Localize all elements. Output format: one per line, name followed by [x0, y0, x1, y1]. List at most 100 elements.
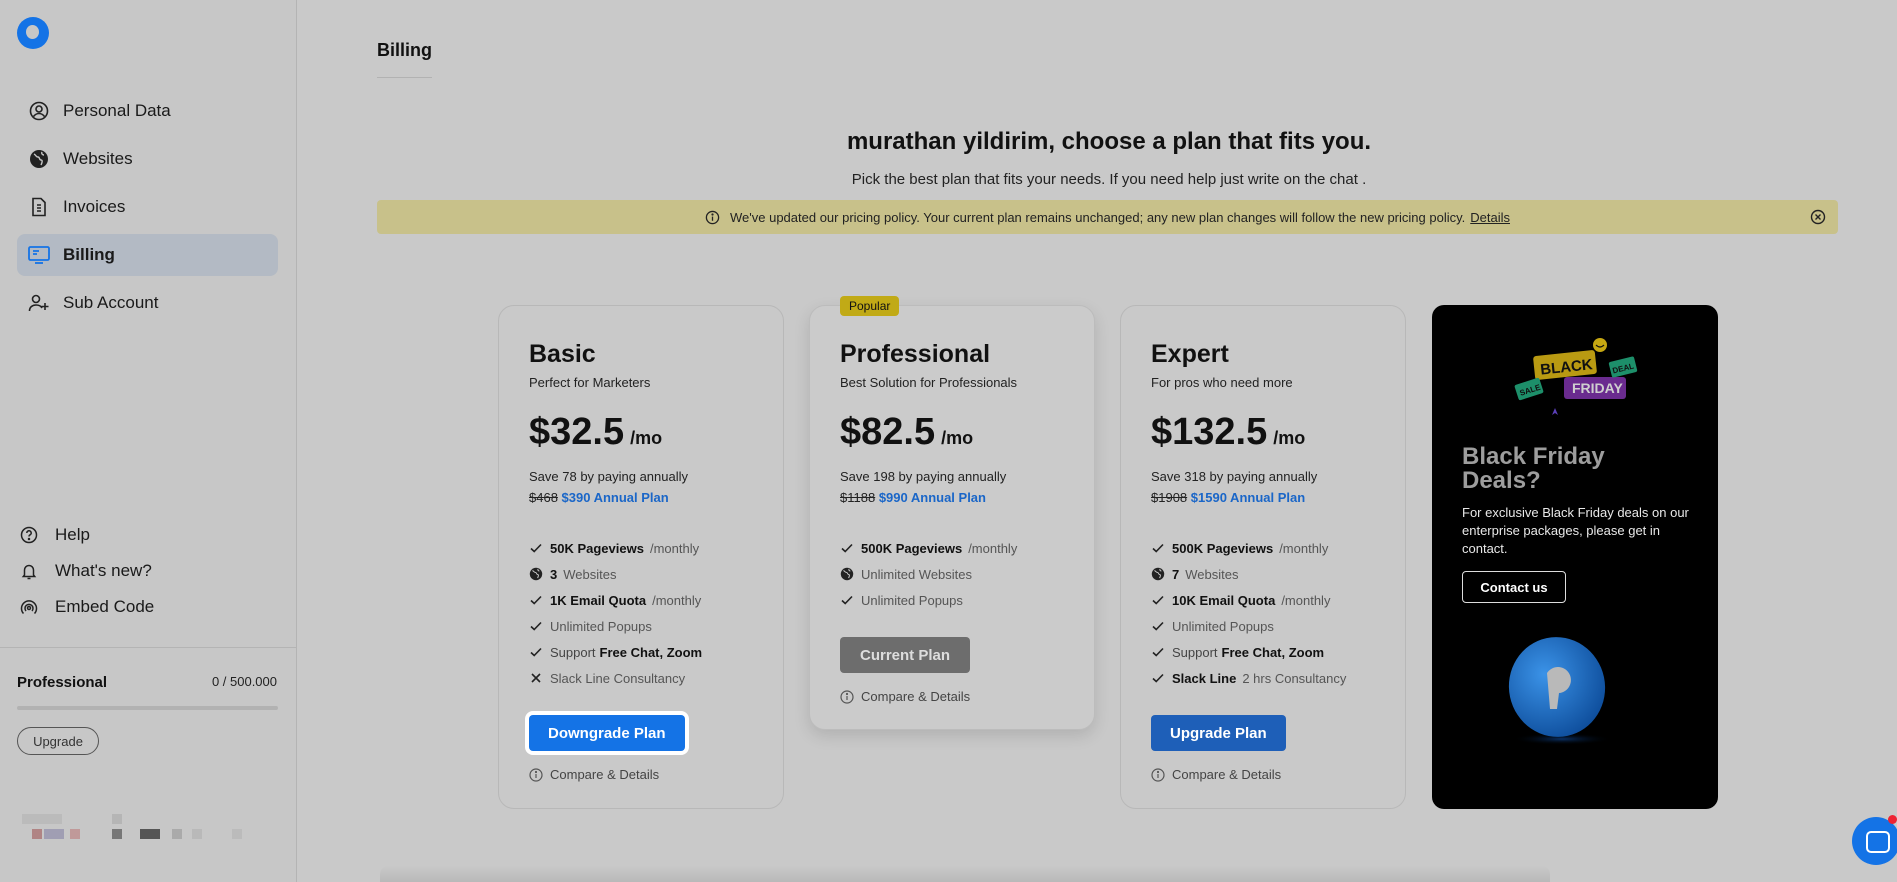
info-icon	[705, 210, 720, 224]
feature-text: Slack Line Consultancy	[550, 670, 686, 686]
feature-item: 50K Pageviews/monthly	[529, 535, 753, 561]
chat-launcher-button[interactable]	[1852, 817, 1897, 865]
sidebar-item-personal-data[interactable]: Personal Data	[17, 90, 278, 132]
page-headline: murathan yildirim, choose a plan that fi…	[846, 128, 1372, 155]
compare-details-link[interactable]: Compare & Details	[1151, 767, 1375, 782]
plan-title: Basic	[529, 340, 596, 368]
black-friday-badge-art: BLACK FRIDAY SALE DEAL	[1514, 338, 1638, 415]
feature-highlight: 7	[1172, 566, 1180, 582]
art-text-friday: FRIDAY	[1572, 380, 1623, 396]
feature-text: Unlimited Websites	[861, 566, 973, 582]
feature-item: 1K Email Quota/monthly	[529, 587, 753, 613]
compare-details-link[interactable]: Compare & Details	[529, 767, 753, 782]
sidebar-item-label: Websites	[63, 149, 133, 168]
sidebar-upgrade-button[interactable]: Upgrade	[17, 727, 99, 755]
sidebar-item-help[interactable]: Help	[17, 518, 278, 552]
notice-text: We've updated our pricing policy. Your c…	[730, 209, 1466, 225]
check-icon	[840, 593, 854, 607]
feature-item: Unlimited Popups	[840, 587, 1064, 613]
compare-details-link[interactable]: Compare & Details	[840, 689, 1064, 704]
feature-item: Unlimited Popups	[529, 613, 753, 639]
feature-text: /monthly	[1281, 592, 1331, 608]
compare-label: Compare & Details	[861, 689, 971, 704]
plan-savings: Save 78 by paying annually	[529, 469, 689, 484]
annual-price: $990 Annual Plan	[878, 490, 986, 505]
feature-item: Support Free Chat, Zoom	[529, 639, 753, 665]
pricing-notice-banner: We've updated our pricing policy. Your c…	[377, 200, 1838, 234]
plan-usage-bar	[17, 706, 278, 710]
plan-features: 50K Pageviews/monthly 3 Websites 1K Email Q…	[529, 535, 753, 691]
feature-text: Websites	[563, 566, 617, 582]
x-icon	[529, 671, 543, 685]
feature-prefix: Support	[1172, 644, 1218, 660]
annual-price: $390 Annual Plan	[561, 490, 669, 505]
bell-icon	[19, 561, 39, 581]
brand-3d-logo-art	[1508, 637, 1612, 745]
sidebar-item-label: Personal Data	[63, 101, 171, 120]
sidebar-item-label: Billing	[63, 245, 115, 264]
old-price: $1908	[1151, 490, 1188, 505]
plan-savings: Save 318 by paying annually	[1151, 469, 1318, 484]
feature-highlight: Free Chat, Zoom	[599, 644, 703, 660]
user-account-blurred[interactable]	[22, 814, 252, 854]
sidebar-item-websites[interactable]: Websites	[17, 138, 278, 180]
sidebar-item-invoices[interactable]: Invoices	[17, 186, 278, 228]
feature-item: 3 Websites	[529, 561, 753, 587]
popular-badge: Popular	[840, 296, 900, 316]
brand-logo[interactable]	[17, 17, 49, 49]
user-circle-icon	[27, 99, 51, 123]
main-content: Billing murathan yildirim, choose a plan…	[298, 0, 1897, 882]
notice-details-link[interactable]: Details	[1470, 210, 1510, 225]
feature-text: Unlimited Popups	[861, 592, 963, 608]
globe-icon	[840, 567, 854, 581]
sidebar-item-label: Embed Code	[55, 597, 155, 616]
billing-icon	[27, 243, 51, 267]
contact-us-button[interactable]: Contact us	[1462, 571, 1566, 603]
promo-text: For exclusive Black Friday deals on our …	[1462, 505, 1689, 556]
plan-price: $82.5/mo	[840, 411, 1064, 454]
bottom-panel-edge	[380, 866, 1550, 882]
add-user-icon	[27, 291, 51, 315]
sidebar-item-whats-new[interactable]: What's new?	[17, 554, 278, 588]
old-price: $468	[529, 490, 558, 505]
broadcast-icon	[19, 597, 39, 617]
sidebar-item-label: Sub Account	[63, 293, 159, 312]
check-icon	[529, 645, 543, 659]
plan-annual: $1908 $1590 Annual Plan	[1151, 490, 1375, 505]
sidebar-item-embed-code[interactable]: Embed Code	[17, 590, 278, 624]
feature-item: Slack Line Consultancy	[529, 665, 753, 691]
upgrade-plan-button[interactable]: Upgrade Plan	[1151, 715, 1286, 751]
sidebar-nav: Personal Data Websites Invoices Billing …	[17, 90, 278, 330]
tab-billing[interactable]: Billing	[377, 40, 432, 78]
plan-title: Professional	[840, 340, 991, 368]
plan-features: 500K Pageviews/monthly Unlimited Websites…	[840, 535, 1064, 613]
check-icon	[529, 541, 543, 555]
sidebar-item-billing[interactable]: Billing	[17, 234, 278, 276]
feature-item: 10K Email Quota/monthly	[1151, 587, 1375, 613]
old-price: $1188	[840, 490, 876, 505]
current-plan-button[interactable]: Current Plan	[840, 637, 971, 673]
feature-highlight: 50K Pageviews	[550, 540, 644, 556]
feature-text: /monthly	[1279, 540, 1329, 556]
feature-highlight: 3	[550, 566, 558, 582]
price-amount: $132.5	[1151, 411, 1268, 453]
plan-price: $132.5/mo	[1151, 411, 1375, 454]
feature-text: Unlimited Popups	[550, 618, 652, 634]
compare-label: Compare & Details	[550, 767, 660, 782]
invoice-icon	[27, 195, 51, 219]
price-period: /mo	[941, 428, 974, 448]
sidebar-item-sub-account[interactable]: Sub Account	[17, 282, 278, 324]
downgrade-plan-button[interactable]: Downgrade Plan	[529, 715, 685, 751]
sidebar: Personal Data Websites Invoices Billing …	[0, 0, 297, 882]
plan-card-expert: Expert For pros who need more $132.5/mo …	[1120, 305, 1406, 809]
annual-price: $1590 Annual Plan	[1190, 490, 1306, 505]
question-icon	[19, 525, 39, 545]
feature-highlight: Slack Line	[1172, 670, 1237, 686]
check-icon	[529, 593, 543, 607]
info-icon	[529, 767, 543, 782]
feature-highlight: 10K Email Quota	[1172, 592, 1276, 608]
check-icon	[1151, 645, 1165, 659]
close-icon[interactable]	[1810, 209, 1826, 225]
feature-prefix: Support	[550, 644, 596, 660]
feature-highlight: Free Chat, Zoom	[1221, 644, 1325, 660]
